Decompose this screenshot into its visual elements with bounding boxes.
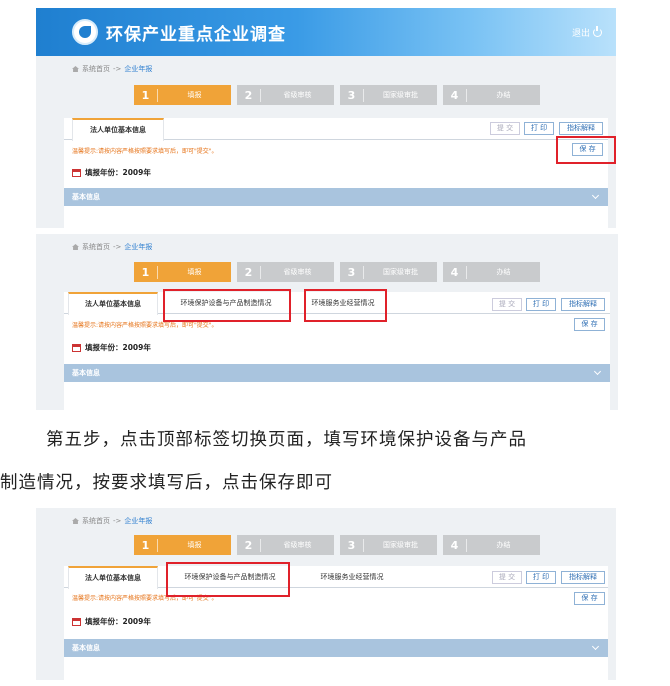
- logo-icon: [72, 19, 98, 45]
- notice-text: 温馨提示:请按内容严格按照要求填写后，即可"提交"。: [72, 595, 218, 602]
- step-complete: 4 办结: [443, 535, 540, 555]
- year-row: 填报年份：2009年: [72, 616, 151, 627]
- tab-service[interactable]: 环境服务业经营情况: [304, 566, 400, 588]
- step-fill: 1 填报: [134, 85, 231, 105]
- chevron-down-icon: [591, 642, 600, 651]
- breadcrumb-current[interactable]: 企业年报: [124, 516, 152, 526]
- breadcrumb-current[interactable]: 企业年报: [124, 64, 152, 74]
- breadcrumb-home[interactable]: 系统首页: [82, 242, 110, 252]
- tab-equipment[interactable]: 环境保护设备与产品制造情况: [166, 292, 286, 314]
- notice-text: 温馨提示:请按内容严格按照要求填写后，即可"提交"。: [72, 148, 218, 155]
- breadcrumb-separator: ->: [113, 65, 122, 73]
- step-province-review: 2 省级审核: [237, 85, 334, 105]
- submit-button[interactable]: 提 交: [490, 122, 520, 135]
- submit-button[interactable]: 提 交: [492, 571, 522, 584]
- chevron-down-icon: [593, 367, 602, 376]
- save-button[interactable]: 保 存: [574, 318, 605, 331]
- explain-button[interactable]: 指标解释: [559, 122, 603, 135]
- step-province-review: 2 省级审核: [237, 535, 334, 555]
- breadcrumb: 系统首页 -> 企业年报: [72, 516, 152, 526]
- step-national-approval: 3 国家级审批: [340, 262, 437, 282]
- step-complete: 4 办结: [443, 262, 540, 282]
- step-national-approval: 3 国家级审批: [340, 85, 437, 105]
- step-province-review: 2 省级审核: [237, 262, 334, 282]
- calendar-icon: [72, 617, 81, 626]
- explain-button[interactable]: 指标解释: [561, 571, 605, 584]
- screenshot-1: 环保产业重点企业调查 退出 系统首页 -> 企业年报 1 填报 2 省级审核 3 国家…: [36, 8, 616, 228]
- form-card: 法人单位基本信息 环境保护设备与产品制造情况 环境服务业经营情况 提 交 打 印…: [64, 292, 610, 410]
- tab-basic-info[interactable]: 法人单位基本信息: [68, 566, 158, 589]
- submit-button[interactable]: 提 交: [492, 298, 522, 311]
- screenshot-3: 系统首页 -> 企业年报 1 填报 2 省级审核 3 国家级审批 4 办结 法人单位基本…: [36, 508, 616, 680]
- breadcrumb-current[interactable]: 企业年报: [124, 242, 152, 252]
- caption-line-1: 第五步，点击顶部标签切换页面，填写环境保护设备与产品: [46, 430, 527, 450]
- year-label: 填报年份：2009年: [85, 168, 151, 177]
- section-basic-info[interactable]: 基本信息: [64, 188, 608, 206]
- section-title: 基本信息: [72, 369, 100, 377]
- logout-label: 退出: [571, 29, 590, 39]
- step-fill: 1 填报: [134, 535, 231, 555]
- section-basic-info[interactable]: 基本信息: [64, 639, 608, 657]
- step-fill: 1 填报: [134, 262, 231, 282]
- year-label: 填报年份：2009年: [85, 617, 151, 626]
- tab-equipment[interactable]: 环境保护设备与产品制造情况: [168, 566, 292, 588]
- caption-line-2: 制造情况，按要求填写后，点击保存即可: [0, 473, 333, 493]
- breadcrumb-home[interactable]: 系统首页: [82, 64, 110, 74]
- calendar-icon: [72, 168, 81, 177]
- breadcrumb-separator: ->: [113, 243, 122, 251]
- step-national-approval: 3 国家级审批: [340, 535, 437, 555]
- year-row: 填报年份：2009年: [72, 342, 151, 353]
- breadcrumb: 系统首页 -> 企业年报: [72, 242, 152, 252]
- form-card: 法人单位基本信息 环境保护设备与产品制造情况 环境服务业经营情况 提 交 打 印…: [64, 566, 608, 680]
- site-title: 环保产业重点企业调查: [106, 25, 286, 45]
- section-basic-info[interactable]: 基本信息: [64, 364, 610, 382]
- tab-basic-info[interactable]: 法人单位基本信息: [72, 118, 164, 141]
- home-icon: [72, 518, 79, 524]
- site-header: 环保产业重点企业调查 退出: [36, 8, 616, 56]
- notice-text: 温馨提示:请按内容严格按照要求填写后，即可"提交"。: [72, 322, 218, 329]
- breadcrumb-separator: ->: [113, 517, 122, 525]
- home-icon: [72, 244, 79, 250]
- breadcrumb-home[interactable]: 系统首页: [82, 516, 110, 526]
- step-complete: 4 办结: [443, 85, 540, 105]
- chevron-down-icon: [591, 191, 600, 200]
- home-icon: [72, 66, 79, 72]
- breadcrumb: 系统首页 -> 企业年报: [72, 64, 152, 74]
- form-card: 法人单位基本信息 提 交 打 印 指标解释 温馨提示:请按内容严格按照要求填写后…: [64, 118, 608, 228]
- power-icon: [593, 26, 602, 37]
- year-row: 填报年份：2009年: [72, 167, 151, 178]
- print-button[interactable]: 打 印: [524, 122, 554, 135]
- save-button[interactable]: 保 存: [574, 592, 605, 605]
- screenshot-2: 系统首页 -> 企业年报 1 填报 2 省级审核 3 国家级审批 4 办结 法人单位基本…: [36, 234, 618, 410]
- progress-steps: 1 填报 2 省级审核 3 国家级审批 4 办结: [134, 85, 540, 105]
- explain-button[interactable]: 指标解释: [561, 298, 605, 311]
- tab-basic-info[interactable]: 法人单位基本信息: [68, 292, 158, 315]
- calendar-icon: [72, 343, 81, 352]
- progress-steps: 1 填报 2 省级审核 3 国家级审批 4 办结: [134, 535, 540, 555]
- logout-button[interactable]: 退出: [572, 26, 602, 39]
- tab-service[interactable]: 环境服务业经营情况: [300, 292, 386, 314]
- section-title: 基本信息: [72, 193, 100, 201]
- print-button[interactable]: 打 印: [526, 571, 556, 584]
- year-label: 填报年份：2009年: [85, 343, 151, 352]
- save-button[interactable]: 保 存: [572, 143, 603, 156]
- print-button[interactable]: 打 印: [526, 298, 556, 311]
- progress-steps: 1 填报 2 省级审核 3 国家级审批 4 办结: [134, 262, 540, 282]
- section-title: 基本信息: [72, 644, 100, 652]
